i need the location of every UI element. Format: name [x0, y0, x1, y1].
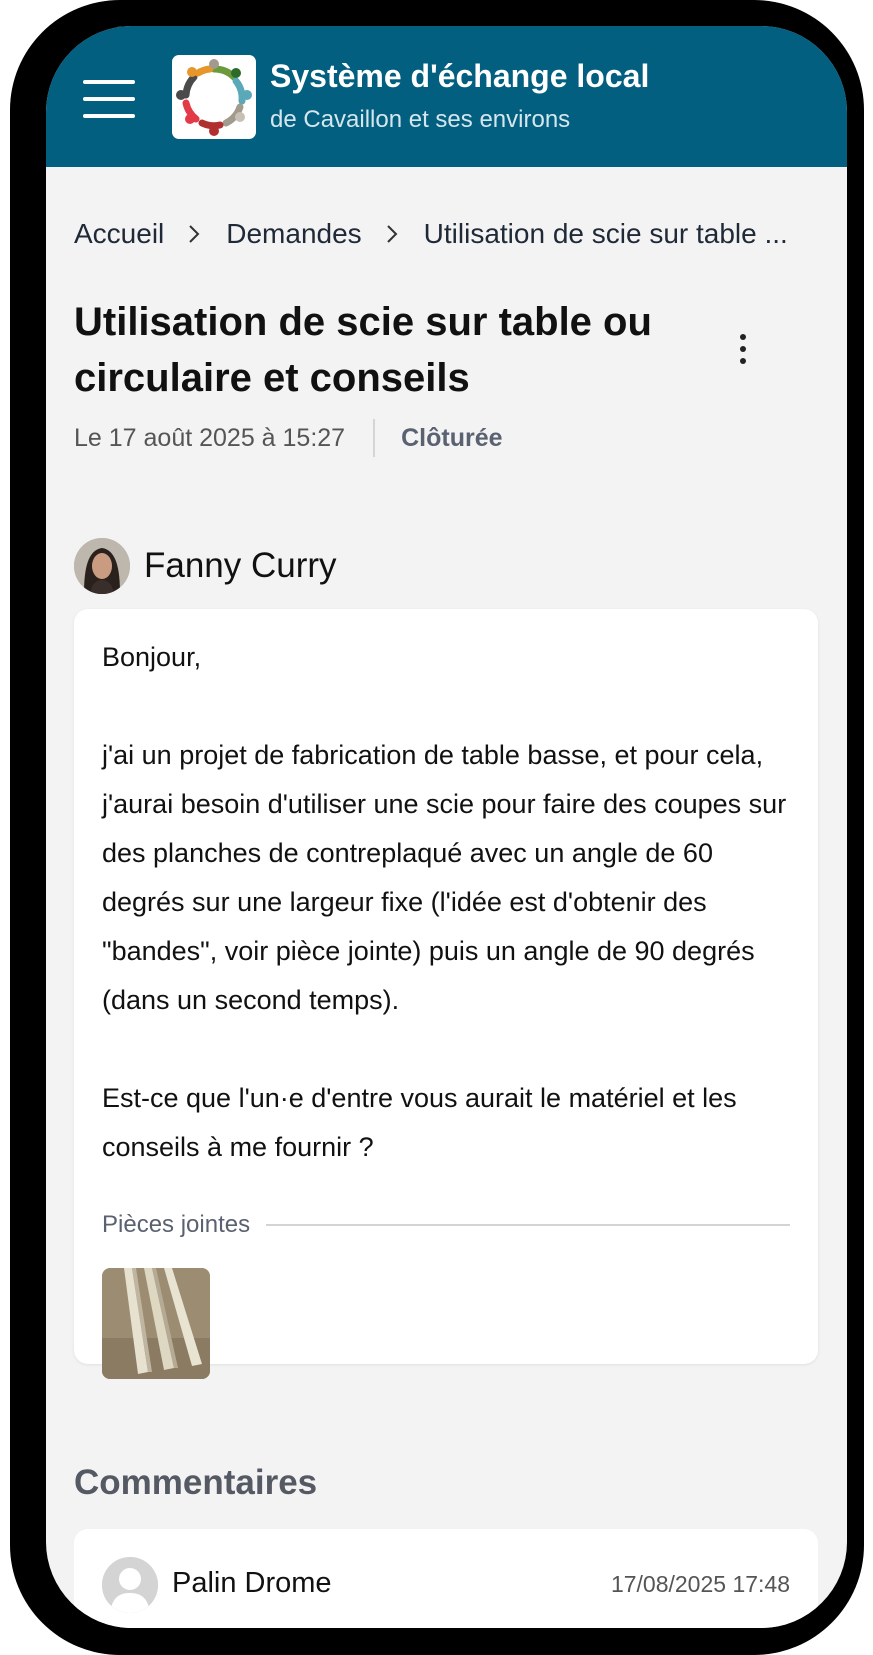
request-meta: Le 17 août 2025 à 15:27 Clôturée [74, 418, 503, 458]
chevron-right-icon [386, 225, 398, 243]
avatar[interactable] [102, 1557, 158, 1613]
comment-author[interactable]: Palin Drome [172, 1567, 332, 1600]
breadcrumb-current: Utilisation de scie sur table ... [423, 218, 788, 249]
phone-frame: Système d'échange local de Cavaillon et … [10, 0, 864, 1655]
attachment-thumbnail[interactable] [102, 1268, 210, 1379]
site-subtitle: de Cavaillon et ses environs [270, 106, 571, 133]
author-name[interactable]: Fanny Curry [144, 546, 337, 586]
author-photo [74, 538, 130, 594]
user-placeholder-icon [102, 1557, 158, 1613]
screen: Système d'échange local de Cavaillon et … [46, 26, 847, 1628]
comment-card: Palin Drome 17/08/2025 17:48 [74, 1529, 818, 1628]
attachments-label: Pièces jointes [102, 1211, 251, 1238]
author-block[interactable]: Fanny Curry [74, 538, 337, 594]
community-circle-logo [176, 59, 252, 136]
body-paragraph: Est-ce que l'un·e d'entre vous aurait le… [102, 1083, 737, 1162]
comments-title: Commentaires [74, 1463, 318, 1502]
attachments-header: Pièces jointes [102, 1209, 790, 1241]
page-title: Utilisation de scie sur table ou circula… [74, 300, 652, 400]
request-date: Le 17 août 2025 à 15:27 [74, 423, 346, 452]
breadcrumb: Accueil Demandes Utilisation de scie sur… [74, 214, 834, 254]
chevron-right-icon [189, 225, 200, 243]
site-title: Système d'échange local [270, 58, 650, 94]
meta-divider [373, 419, 376, 457]
app-header: Système d'échange local de Cavaillon et … [46, 26, 847, 167]
site-logo[interactable] [172, 55, 256, 139]
avatar[interactable] [74, 538, 130, 594]
more-vertical-icon[interactable] [728, 330, 758, 370]
breadcrumb-demandes-link[interactable]: Demandes [226, 218, 361, 250]
phone-volume-down-button [10, 470, 30, 585]
status-badge: Clôturée [401, 423, 503, 452]
phone-volume-up-button [10, 320, 30, 435]
request-card: Bonjour, j'ai un projet de fabrication d… [74, 609, 818, 1379]
body-paragraph: j'ai un projet de fabrication de table b… [102, 740, 787, 1015]
request-body: Bonjour, j'ai un projet de fabrication d… [102, 633, 792, 1172]
attachment-image [102, 1268, 210, 1379]
hamburger-menu-icon[interactable] [83, 80, 135, 118]
comment-date: 17/08/2025 17:48 [610, 1571, 790, 1597]
breadcrumb-home-link[interactable]: Accueil [74, 218, 164, 250]
phone-side-button [10, 200, 30, 260]
phone-power-button [844, 357, 864, 552]
divider [266, 1224, 790, 1226]
body-paragraph: Bonjour, [102, 642, 202, 672]
